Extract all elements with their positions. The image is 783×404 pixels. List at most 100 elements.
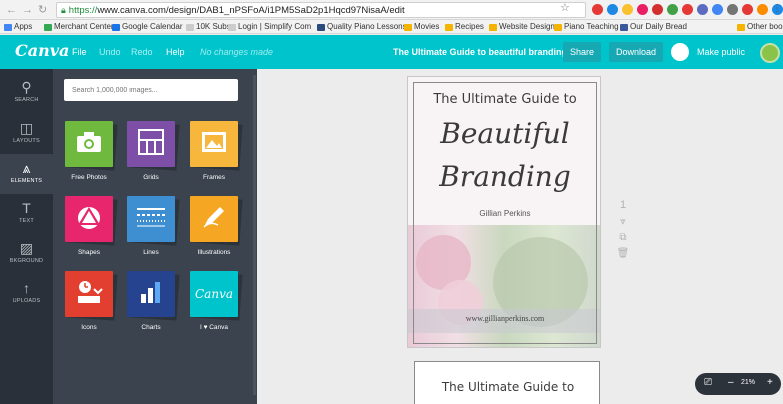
elements-panel: Free PhotosGridsFrames ShapesLinesIllustr… [53, 69, 257, 404]
website-url[interactable]: www.gillianperkins.com [408, 314, 600, 323]
download-button[interactable]: Download [609, 42, 663, 62]
sidebar-item-search[interactable]: ⚲ SEARCH [0, 73, 53, 113]
bookmark-star-icon[interactable]: ☆ [560, 0, 570, 16]
extension-icon[interactable] [607, 4, 618, 15]
bookmark-item[interactable]: Movies [404, 22, 439, 32]
element-tile-grid[interactable] [127, 121, 175, 167]
element-tile-lines[interactable] [127, 196, 175, 242]
move-down-icon[interactable]: ⩔ [613, 216, 633, 227]
url-text: www.canva.com/design/DAB1_nPSFoA/i1PM5Sa… [97, 5, 405, 16]
bookmark-icon [186, 23, 194, 31]
sidebar-item-elements[interactable]: ⩓ ELEMENTS [0, 154, 53, 194]
duplicate-page-icon[interactable]: ⧉ [613, 232, 633, 243]
design-title[interactable]: The Ultimate Guide to beautiful branding [393, 47, 567, 57]
tile-label[interactable]: Lines [116, 249, 186, 256]
menu-undo[interactable]: Undo [99, 47, 121, 57]
script-heading-2[interactable]: Branding [408, 160, 600, 193]
user-avatar[interactable] [760, 43, 780, 63]
bookmark-item[interactable]: 10K Subs [186, 22, 231, 32]
menu-file[interactable]: File [72, 47, 87, 57]
canva-logo[interactable]: Canva [15, 41, 69, 60]
bookmark-item[interactable]: Website Design [489, 22, 555, 32]
extension-icon[interactable] [757, 4, 768, 15]
icons-icon [75, 279, 103, 310]
browser-toolbar: ← → ↻ 🔒︎ https://www.canva.com/design/DAB… [0, 0, 783, 20]
reload-icon[interactable]: ↻ [38, 3, 47, 17]
bookmark-item[interactable]: Our Daily Bread [620, 22, 687, 32]
extension-icon[interactable] [712, 4, 723, 15]
page-title-text[interactable]: The Ultimate Guide to [415, 380, 601, 394]
menu-help[interactable]: Help [166, 47, 185, 57]
presentation-icon[interactable]: ⎚ [704, 377, 712, 388]
element-tile-camera[interactable] [65, 121, 113, 167]
extension-icon[interactable] [682, 4, 693, 15]
page-tools: 1 ⩔ ⧉ 🗑︎ [613, 199, 633, 264]
sidebar-item-uploads[interactable]: ↑ UPLOADS [0, 274, 53, 314]
address-bar[interactable]: 🔒︎ https://www.canva.com/design/DAB1_nPSF… [56, 2, 586, 18]
tile-label[interactable]: Icons [54, 324, 124, 331]
design-page-1[interactable]: The Ultimate Guide to Beautiful Branding… [407, 76, 601, 348]
bookmark-item[interactable]: Apps [4, 22, 32, 32]
grid-icon [138, 128, 164, 160]
tile-label[interactable]: Grids [116, 174, 186, 181]
element-tile-shapes[interactable] [65, 196, 113, 242]
design-page-2[interactable]: The Ultimate Guide to [414, 361, 600, 404]
layouts-icon: ◫ [19, 120, 34, 136]
bookmark-label: Login | Simplify Com [238, 22, 312, 31]
extension-icon[interactable] [637, 4, 648, 15]
extension-icon[interactable] [652, 4, 663, 15]
tile-label[interactable]: Charts [116, 324, 186, 331]
extension-icon[interactable] [592, 4, 603, 15]
tile-label[interactable]: I ♥ Canva [179, 324, 249, 331]
bookmark-icon [317, 23, 325, 31]
browser-menu-icon[interactable]: ⋮ [772, 3, 782, 14]
extension-icon[interactable] [622, 4, 633, 15]
bookmark-item[interactable]: Google Calendar [112, 22, 182, 32]
script-heading-1[interactable]: Beautiful [408, 117, 600, 150]
panel-scrollbar[interactable] [253, 75, 256, 395]
zoom-in-button[interactable]: + [767, 377, 773, 388]
sidebar-item-label: BKGROUND [9, 258, 44, 264]
sidebar-item-label: SEARCH [14, 97, 39, 103]
bookmark-label: Movies [414, 22, 440, 31]
back-icon[interactable]: ← [6, 3, 17, 17]
sidebar-item-layouts[interactable]: ◫ LAYOUTS [0, 114, 53, 154]
delete-page-icon[interactable]: 🗑︎ [613, 248, 633, 259]
bookmark-item[interactable]: Other bookmarks [737, 22, 783, 32]
bookmark-icon [404, 23, 412, 31]
menu-redo[interactable]: Redo [131, 47, 153, 57]
sidebar-item-label: TEXT [19, 218, 34, 224]
author-name[interactable]: Gillian Perkins [408, 209, 600, 218]
extension-icon[interactable] [742, 4, 753, 15]
element-tile-pencil[interactable] [190, 196, 238, 242]
tile-label[interactable]: Illustrations [179, 249, 249, 256]
extension-icon[interactable] [667, 4, 678, 15]
zoom-out-button[interactable]: – [728, 377, 734, 388]
bookmark-item[interactable]: Quality Piano Lessons [317, 22, 407, 32]
extension-icon[interactable] [727, 4, 738, 15]
design-canvas[interactable]: The Ultimate Guide to Beautiful Branding… [257, 69, 783, 404]
public-toggle[interactable] [671, 43, 689, 61]
tile-label[interactable]: Free Photos [54, 174, 124, 181]
tile-label[interactable]: Shapes [54, 249, 124, 256]
bookmark-item[interactable]: Merchant Center [44, 22, 114, 32]
bookmark-item[interactable]: Recipes [445, 22, 484, 32]
sidebar-item-background[interactable]: ▨ BKGROUND [0, 234, 53, 274]
make-public-label[interactable]: Make public [697, 47, 745, 57]
bookmark-label: 10K Subs [196, 22, 231, 31]
element-tile-icons[interactable] [65, 271, 113, 317]
share-button[interactable]: Share [563, 42, 601, 62]
bookmark-icon [620, 23, 628, 31]
element-tile-canva[interactable]: Canva [190, 271, 238, 317]
image-search-input[interactable] [64, 79, 238, 101]
extension-icon[interactable] [697, 4, 708, 15]
sidebar-item-text[interactable]: T TEXT [0, 194, 53, 234]
text-icon: T [22, 200, 31, 216]
page-title-text[interactable]: The Ultimate Guide to [408, 92, 600, 107]
bookmark-item[interactable]: Login | Simplify Com [228, 22, 311, 32]
bookmark-item[interactable]: Piano Teaching [554, 22, 619, 32]
element-tile-frame[interactable] [190, 121, 238, 167]
tile-label[interactable]: Frames [179, 174, 249, 181]
forward-icon[interactable]: → [22, 3, 33, 17]
element-tile-chart[interactable] [127, 271, 175, 317]
